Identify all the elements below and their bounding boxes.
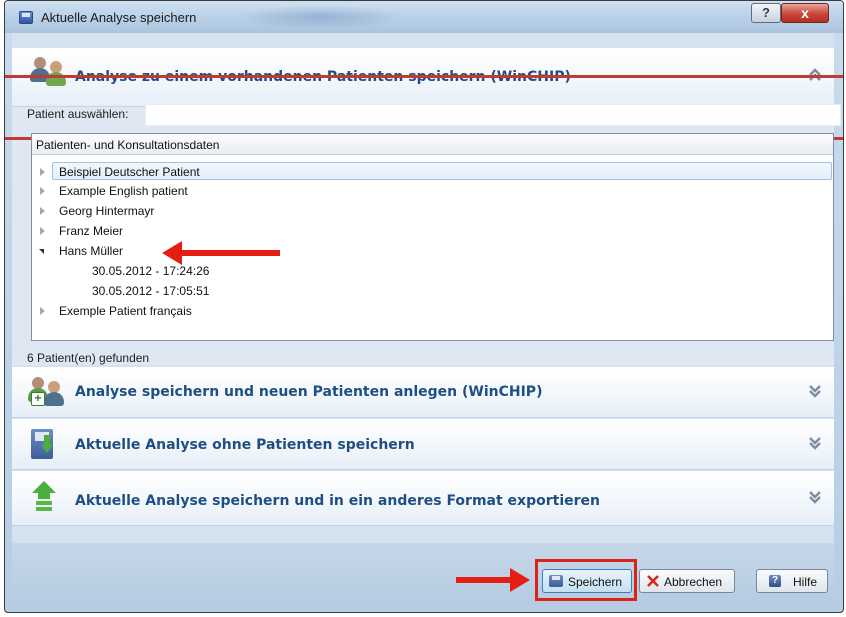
save-icon xyxy=(549,575,563,587)
section-new-patient-header[interactable]: + Analyse speichern und neuen Patienten … xyxy=(12,367,834,418)
patient-tree[interactable]: Patienten- und Konsultationsdaten Beispi… xyxy=(31,133,834,341)
expand-arrow-icon[interactable] xyxy=(40,307,45,315)
close-window-button[interactable]: x xyxy=(781,3,829,23)
tree-item-label: Exemple Patient français xyxy=(59,304,192,318)
expand-arrow-icon[interactable] xyxy=(40,207,45,215)
tree-item-label: Example English patient xyxy=(59,184,188,198)
save-button[interactable]: Speichern xyxy=(542,569,632,593)
help-button[interactable]: ? Hilfe xyxy=(756,569,828,593)
tree-item-hintermayr[interactable]: Georg Hintermayr xyxy=(40,202,832,220)
save-icon xyxy=(19,11,33,24)
collapse-arrow-icon[interactable] xyxy=(39,249,44,254)
section-export-title: Aktuelle Analyse speichern und in ein an… xyxy=(75,493,600,509)
save-button-label: Speichern xyxy=(568,575,623,589)
section-export-header[interactable]: Aktuelle Analyse speichern und in ein an… xyxy=(12,471,834,526)
expand-arrow-icon[interactable] xyxy=(40,168,45,176)
window-title: Aktuelle Analyse speichern xyxy=(41,10,197,25)
add-user-icon: + xyxy=(28,377,68,407)
help-window-button[interactable]: ? xyxy=(751,3,781,23)
tree-subitem-consultation[interactable]: 30.05.2012 - 17:24:26 xyxy=(92,262,792,280)
title-bar-decoration xyxy=(235,5,405,29)
dialog-window: Aktuelle Analyse speichern ? x Analyse z… xyxy=(4,0,844,613)
highlight-line-top xyxy=(5,75,843,78)
tree-item-meier[interactable]: Franz Meier xyxy=(40,222,832,240)
cancel-x-icon xyxy=(647,575,659,587)
tree-item-francais[interactable]: Exemple Patient français xyxy=(40,302,832,320)
tree-item-label: Franz Meier xyxy=(59,224,124,238)
section-no-patient-title: Aktuelle Analyse ohne Patienten speicher… xyxy=(75,437,415,453)
cancel-button[interactable]: Abbrechen xyxy=(639,569,735,593)
expand-chevron-icon[interactable] xyxy=(808,384,822,398)
tree-header-label: Patienten- und Konsultationsdaten xyxy=(36,138,220,152)
tree-item-label: Beispiel Deutscher Patient xyxy=(59,165,200,179)
tree-item-beispiel[interactable]: Beispiel Deutscher Patient xyxy=(40,162,832,180)
patient-select-label: Patient auswählen: xyxy=(27,107,129,121)
tree-subitem-consultation[interactable]: 30.05.2012 - 17:05:51 xyxy=(92,282,792,300)
expand-arrow-icon[interactable] xyxy=(40,227,45,235)
cancel-button-label: Abbrechen xyxy=(664,575,723,589)
help-button-label: Hilfe xyxy=(793,575,818,589)
tree-item-english[interactable]: Example English patient xyxy=(40,182,832,200)
expand-arrow-icon[interactable] xyxy=(40,187,45,195)
export-arrow-icon xyxy=(30,481,58,515)
dialog-content: Analyse zu einem vorhandenen Patienten s… xyxy=(5,33,843,605)
section-no-patient-header[interactable]: Aktuelle Analyse ohne Patienten speicher… xyxy=(12,419,834,470)
title-bar: Aktuelle Analyse speichern ? x xyxy=(5,1,843,33)
consultation-label: 30.05.2012 - 17:05:51 xyxy=(92,284,210,298)
expand-chevron-icon[interactable] xyxy=(808,436,822,450)
users-icon xyxy=(30,57,70,87)
annotation-arrow-right xyxy=(456,568,530,592)
consultation-label: 30.05.2012 - 17:24:26 xyxy=(92,264,210,278)
section-new-patient-title: Analyse speichern und neuen Patienten an… xyxy=(75,384,543,400)
expand-chevron-icon[interactable] xyxy=(808,490,822,504)
save-down-icon xyxy=(31,429,59,459)
tree-header: Patienten- und Konsultationsdaten xyxy=(32,134,833,155)
patient-search-input[interactable] xyxy=(145,104,841,126)
annotation-arrow-left xyxy=(162,241,280,265)
help-book-icon: ? xyxy=(769,575,781,587)
patients-found-count: 6 Patient(en) gefunden xyxy=(27,351,150,365)
tree-item-label: Hans Müller xyxy=(59,244,124,258)
tree-item-label: Georg Hintermayr xyxy=(59,204,155,218)
